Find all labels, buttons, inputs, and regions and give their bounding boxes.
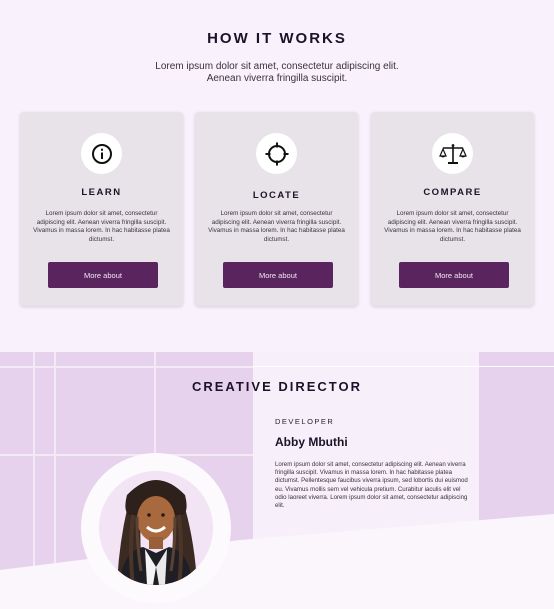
section-title: HOW IT WORKS <box>207 30 347 47</box>
card-locate: LOCATE Lorem ipsum dolor sit amet, conse… <box>195 112 358 306</box>
more-about-button[interactable]: More about <box>48 262 158 288</box>
card-text: Lorem ipsum dolor sit amet, consectetur … <box>33 210 170 244</box>
card-text: Lorem ipsum dolor sit amet, consectetur … <box>208 210 345 244</box>
creative-director-section: CREATIVE DIRECTOR DEVELOPER Abby Mbuthi … <box>0 352 554 609</box>
card-text: Lorem ipsum dolor sit amet, consectetur … <box>384 210 521 244</box>
crosshair-icon <box>256 133 297 174</box>
card-title: LEARN <box>81 187 122 198</box>
section-lead: Lorem ipsum dolor sit amet, consectetur … <box>155 61 399 84</box>
card-title: COMPARE <box>423 187 482 198</box>
how-it-works-section: HOW IT WORKS Lorem ipsum dolor sit amet,… <box>0 0 554 352</box>
more-about-button[interactable]: More about <box>399 262 509 288</box>
card-title: LOCATE <box>252 190 301 201</box>
profile-bio: Lorem ipsum dolor sit amet, consectetur … <box>275 461 468 510</box>
profile-name: Abby Mbuthi <box>275 435 348 449</box>
section-title: CREATIVE DIRECTOR <box>191 379 363 394</box>
more-about-button[interactable]: More about <box>223 262 333 288</box>
info-icon <box>81 133 122 174</box>
scale-icon <box>432 133 473 174</box>
profile-role: DEVELOPER <box>275 417 335 426</box>
avatar <box>99 471 213 585</box>
card-compare: COMPARE Lorem ipsum dolor sit amet, cons… <box>371 112 534 306</box>
card-learn: LEARN Lorem ipsum dolor sit amet, consec… <box>20 112 183 306</box>
